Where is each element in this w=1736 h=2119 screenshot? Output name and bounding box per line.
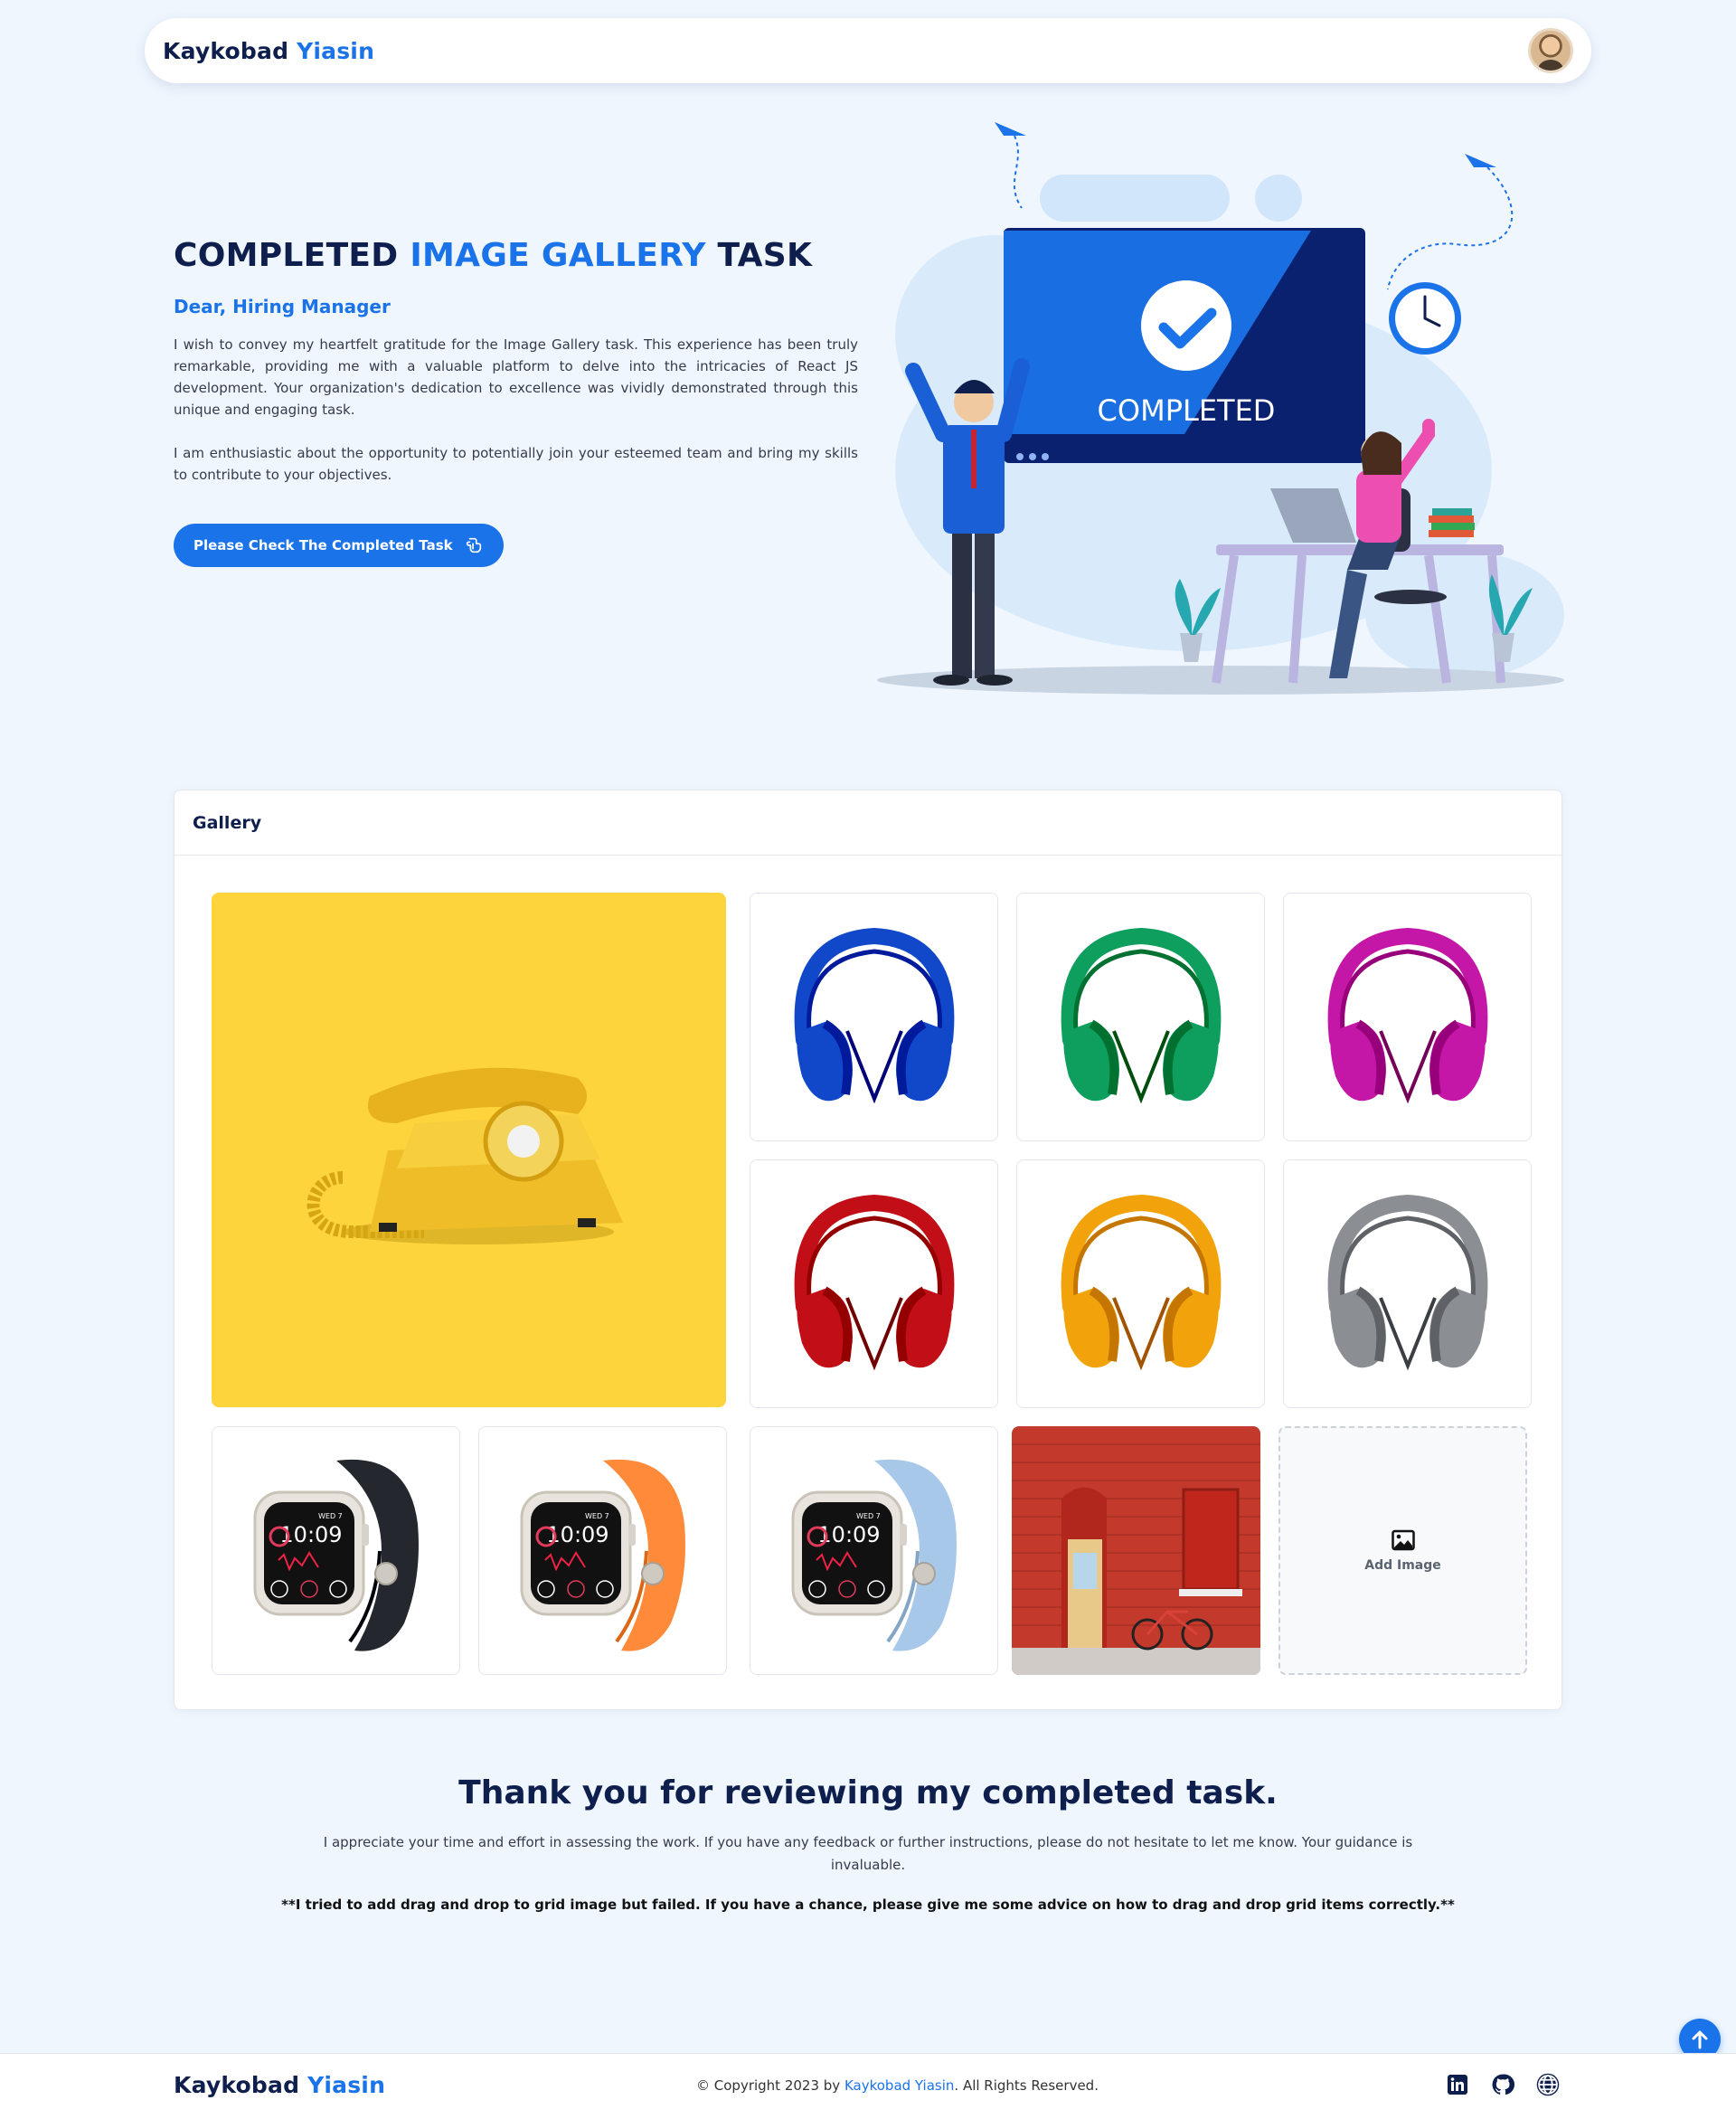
gallery-item-watch-orange[interactable]: WED 7 10:09 [478, 1426, 727, 1675]
github-icon [1492, 2074, 1514, 2095]
hero-title-part3: TASK [717, 237, 813, 274]
copyright-suffix: . All Rights Reserved. [954, 2077, 1099, 2094]
monitor-label: COMPLETED [1098, 393, 1276, 428]
gallery-header: Gallery [175, 790, 1561, 856]
smartwatch-image: WED 7 10:09 [253, 1459, 419, 1651]
footer-brand-last: Yiasin [307, 2072, 386, 2098]
smartwatch-image: WED 7 10:09 [520, 1459, 685, 1651]
hero-title-part1: COMPLETED [174, 237, 399, 274]
gallery-item-brick-wall-photo[interactable] [1012, 1426, 1260, 1675]
gallery-title: Gallery [193, 812, 262, 833]
watch-date: WED 7 [856, 1512, 881, 1520]
gallery-item-headphones-green[interactable] [1016, 893, 1265, 1141]
headphones-image [1327, 927, 1487, 1103]
social-links [1445, 2072, 1561, 2097]
monitor-illustration: COMPLETED [1004, 228, 1365, 463]
website-link[interactable] [1535, 2072, 1561, 2097]
headphones-image [1061, 927, 1221, 1103]
add-image-label: Add Image [1364, 1557, 1441, 1573]
brand-last-name: Yiasin [297, 37, 375, 64]
hero-section: COMPLETED IMAGE GALLERY TASK Dear, Hirin… [174, 237, 858, 567]
completed-task-illustration: COMPLETED [877, 122, 1564, 695]
drag-drop-note: **I tried to add drag and drop to grid i… [281, 1897, 1455, 1913]
headphones-image [1061, 1194, 1221, 1370]
copyright-prefix: © Copyright 2023 by [696, 2077, 841, 2094]
check-task-label: Please Check The Completed Task [193, 537, 453, 553]
linkedin-link[interactable] [1445, 2072, 1470, 2097]
thank-you-heading: Thank you for reviewing my completed tas… [458, 1774, 1278, 1812]
gallery-item-headphones-gray[interactable] [1283, 1159, 1532, 1408]
headphones-image [794, 927, 954, 1103]
copyright-text: © Copyright 2023 by Kaykobad Yiasin. All… [696, 2077, 1099, 2094]
gallery-item-headphones-orange[interactable] [1016, 1159, 1265, 1408]
arrow-up-icon [1692, 2030, 1708, 2049]
hero-paragraph-2: I am enthusiastic about the opportunity … [174, 445, 858, 483]
linkedin-icon [1448, 2075, 1467, 2095]
headphones-image [1327, 1194, 1487, 1370]
hand-point-icon [466, 537, 481, 553]
globe-icon [1536, 2073, 1560, 2096]
footer-brand[interactable]: Kaykobad Yiasin [174, 2072, 385, 2098]
footer-brand-first: Kaykobad [174, 2072, 300, 2098]
gallery-item-telephone[interactable] [212, 893, 726, 1407]
telephone-image [307, 1067, 623, 1244]
hero-paragraph-1: I wish to convey my heartfelt gratitude … [174, 336, 858, 418]
check-task-button[interactable]: Please Check The Completed Task [174, 524, 504, 567]
navbar: Kaykobad Yiasin [145, 18, 1591, 83]
watch-date: WED 7 [318, 1512, 343, 1520]
copyright-author-link[interactable]: Kaykobad Yiasin [844, 2077, 954, 2094]
gallery-item-headphones-blue[interactable] [750, 893, 998, 1141]
hero-title: COMPLETED IMAGE GALLERY TASK [174, 237, 858, 274]
avatar[interactable] [1528, 28, 1573, 73]
hero-title-part2: IMAGE GALLERY [410, 237, 706, 274]
gallery-item-watch-blue[interactable]: WED 7 10:09 [750, 1426, 998, 1675]
clock-icon [1389, 282, 1461, 355]
add-image-tile[interactable]: Add Image [1278, 1426, 1527, 1675]
gallery-item-headphones-magenta[interactable] [1283, 893, 1532, 1141]
github-link[interactable] [1490, 2072, 1515, 2097]
headphones-image [794, 1194, 954, 1370]
brick-wall-image [1012, 1426, 1260, 1675]
brand-first-name: Kaykobad [163, 37, 289, 64]
gallery-item-headphones-red[interactable] [750, 1159, 998, 1408]
footer: Kaykobad Yiasin © Copyright 2023 by Kayk… [0, 2053, 1736, 2119]
gallery-item-watch-midnight[interactable]: WED 7 10:09 [212, 1426, 460, 1675]
watch-date: WED 7 [585, 1512, 609, 1520]
smartwatch-image: WED 7 10:09 [791, 1459, 957, 1651]
image-icon [1391, 1529, 1415, 1550]
brand-logo[interactable]: Kaykobad Yiasin [163, 38, 374, 64]
thank-you-paragraph: I appreciate your time and effort in ass… [323, 1834, 1413, 1873]
greeting: Dear, Hiring Manager [174, 296, 391, 317]
thank-you-section: Thank you for reviewing my completed tas… [174, 1774, 1562, 1913]
gallery-card: Gallery WED 7 10:09 WED 7 10:09 WED 7 10… [174, 790, 1562, 1710]
